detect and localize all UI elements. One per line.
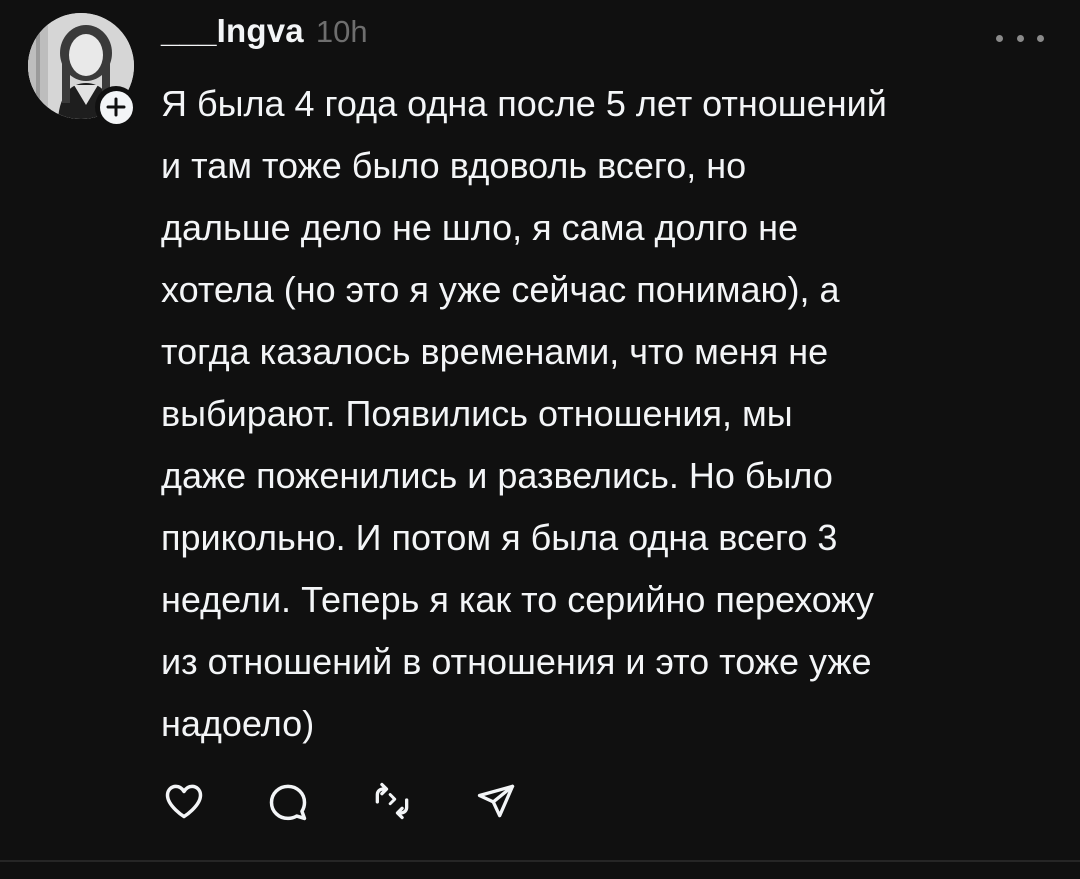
like-button[interactable] [161,778,207,824]
repost-icon [375,782,409,820]
share-button[interactable] [473,778,519,824]
heart-icon [165,784,203,819]
plus-icon [106,97,126,117]
more-horizontal-icon [1016,34,1024,42]
more-horizontal-icon [996,34,1003,42]
reply-button[interactable] [265,778,311,824]
post-header: ___Ingva 10h [161,12,368,64]
more-horizontal-icon [1037,34,1044,42]
avatar-container[interactable] [28,13,137,128]
action-bar [161,778,577,824]
post-divider [0,860,1080,862]
post-text: Я была 4 года одна после 5 лет отношений… [161,83,887,744]
username[interactable]: ___Ingva [161,12,304,50]
send-icon [477,784,515,818]
more-options-button[interactable] [996,28,1044,48]
follow-button[interactable] [95,86,137,128]
comment-icon [269,784,307,821]
repost-button[interactable] [369,778,415,824]
timestamp: 10h [315,14,368,49]
